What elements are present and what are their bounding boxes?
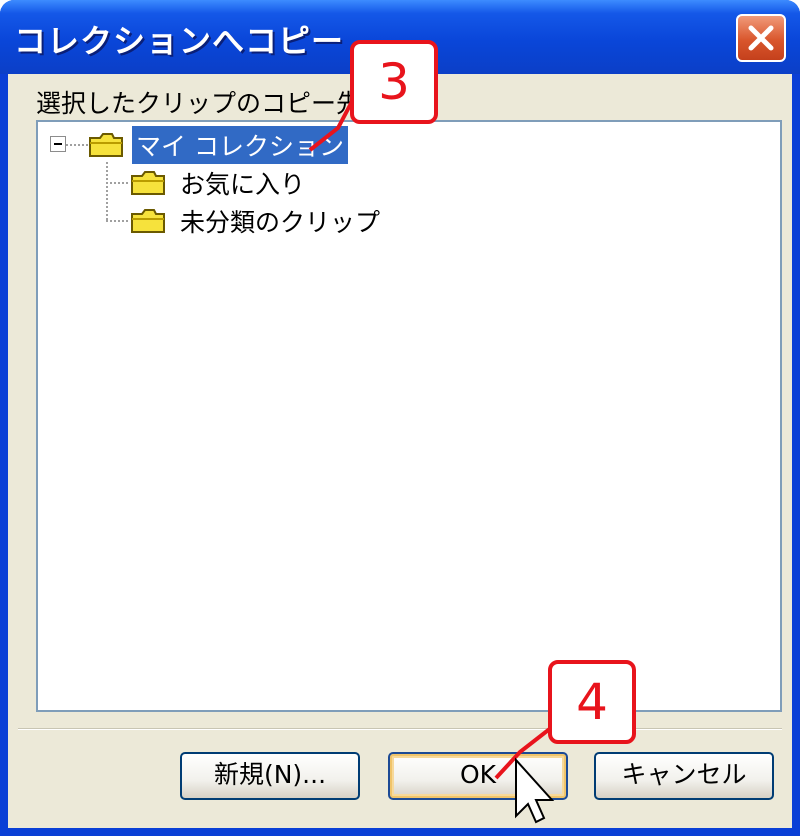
ok-button[interactable]: OK <box>388 752 568 800</box>
step-4-callout: 4 <box>548 660 636 744</box>
folder-icon <box>89 133 123 157</box>
new-button[interactable]: 新規(N)... <box>180 752 360 800</box>
collection-tree[interactable]: マイ コレクション お気に入り 未分類のクリップ <box>36 120 782 712</box>
folder-icon <box>131 209 165 233</box>
close-icon <box>748 25 774 51</box>
tree-node-my-collection[interactable]: マイ コレクション <box>132 126 348 164</box>
step-3-callout: 3 <box>350 40 438 124</box>
tree-node-unclassified-clips[interactable]: 未分類のクリップ <box>176 202 384 240</box>
tree-connector <box>106 182 128 184</box>
close-button[interactable] <box>736 14 786 62</box>
tree-connector <box>106 220 128 222</box>
tree-connector <box>106 162 108 220</box>
minus-icon <box>54 143 62 145</box>
destination-label: 選択したクリップのコピー先 <box>36 89 362 118</box>
tree-node-favorites[interactable]: お気に入り <box>176 164 309 202</box>
tree-connector <box>66 144 88 146</box>
cancel-button[interactable]: キャンセル <box>594 752 774 800</box>
separator <box>18 728 782 730</box>
folder-icon <box>131 171 165 195</box>
collapse-toggle[interactable] <box>50 136 66 152</box>
dialog-body: 選択したクリップのコピー先 マイ コレクション お気に入り 未分類のクリップ 新… <box>8 74 792 828</box>
copy-to-collection-dialog: コレクションへコピー 選択したクリップのコピー先 マイ コレクション お気に入り… <box>0 0 800 836</box>
window-title: コレクションへコピー <box>14 22 345 60</box>
